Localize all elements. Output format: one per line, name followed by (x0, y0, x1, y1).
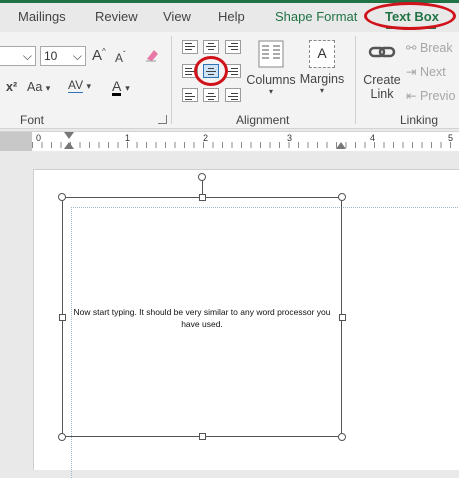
resize-handle-top-right[interactable] (338, 193, 346, 201)
columns-button[interactable]: Columns ▾ (244, 40, 298, 97)
group-divider (171, 36, 172, 124)
right-indent-marker-icon[interactable] (336, 142, 346, 149)
change-case-button[interactable]: Aa ▾ (27, 80, 50, 94)
character-spacing-button[interactable]: AV ▾ (68, 78, 91, 93)
chevron-down-icon: ⌵ (72, 49, 82, 63)
broken-link-icon: ⚯ (406, 41, 417, 55)
create-link-button[interactable]: Create Link (362, 42, 402, 101)
previous-button[interactable]: ⇤ Previo (406, 88, 459, 103)
chevron-down-icon: ▾ (125, 83, 130, 93)
shrink-font-label: A (115, 51, 124, 65)
align-bottom-center-button[interactable] (203, 88, 219, 102)
ruler-ticks (32, 142, 459, 148)
tab-mailings[interactable]: Mailings (18, 9, 66, 24)
resize-handle-left[interactable] (59, 314, 66, 321)
resize-handle-right[interactable] (339, 314, 346, 321)
change-case-label: Aa (27, 80, 43, 94)
resize-handle-top[interactable] (199, 194, 206, 201)
next-label: Next (419, 65, 446, 79)
chevron-down-icon: ▾ (268, 87, 273, 96)
resize-handle-top-left[interactable] (58, 193, 66, 201)
ruler-mark: 0 (36, 133, 42, 143)
break-label: Break (419, 41, 453, 55)
ruler-mark: 1 (125, 133, 131, 143)
ruler-mark: 2 (203, 133, 209, 143)
grow-font-button[interactable]: A^ (92, 47, 106, 64)
linking-group-label: Linking (400, 113, 439, 127)
chain-link-icon (368, 46, 396, 58)
tab-help[interactable]: Help (218, 9, 245, 24)
columns-icon (258, 40, 284, 68)
group-divider (355, 36, 356, 124)
resize-handle-bottom-right[interactable] (338, 433, 346, 441)
alignment-group-label: Alignment (236, 113, 290, 127)
font-color-label: A (112, 78, 122, 96)
font-group-label: Font (20, 113, 45, 127)
tab-shape-format[interactable]: Shape Format (275, 9, 357, 24)
link-label: Link (370, 87, 394, 101)
character-spacing-label: AV (68, 78, 84, 93)
ruler-mark: 3 (287, 133, 293, 143)
create-label: Create (363, 73, 401, 87)
font-size-combo[interactable]: 10 ⌵ (40, 46, 86, 66)
text-box-content[interactable]: Now start typing. It should be very simi… (71, 306, 333, 330)
indent-marker-icon[interactable] (64, 132, 74, 139)
font-color-button[interactable]: A ▾ (112, 78, 130, 96)
tab-highlight-ellipse (364, 2, 456, 30)
break-link-button[interactable]: ⚯ Break (406, 40, 459, 55)
ruler-mark: 4 (370, 133, 376, 143)
eraser-icon (146, 50, 158, 62)
superscript-button[interactable]: x² (6, 80, 17, 94)
document-area: Now start typing. It should be very simi… (0, 151, 459, 478)
align-top-left-button[interactable] (182, 40, 198, 54)
align-bottom-right-button[interactable] (225, 88, 241, 102)
margins-icon: A (309, 40, 335, 68)
chevron-down-icon: ▾ (319, 86, 324, 95)
chevron-down-icon: ▾ (86, 81, 91, 91)
align-highlight-circle (194, 56, 228, 86)
chevron-down-icon: ▾ (45, 83, 51, 93)
ruler-mark: 5 (448, 133, 454, 143)
indent-marker-icon[interactable] (64, 142, 74, 149)
dialog-launcher-icon[interactable] (158, 115, 167, 124)
shrink-font-button[interactable]: Aˇ (115, 50, 126, 65)
chevron-down-icon: ⌵ (22, 49, 32, 63)
font-size-value: 10 (44, 49, 58, 63)
rotate-handle-icon[interactable] (198, 173, 206, 181)
resize-handle-bottom[interactable] (199, 433, 206, 440)
grow-font-label: A (92, 47, 103, 64)
tab-review[interactable]: Review (95, 9, 138, 24)
tab-view[interactable]: View (163, 9, 191, 24)
previous-icon: ⇤ (406, 89, 417, 103)
align-top-center-button[interactable] (203, 40, 219, 54)
font-name-combo[interactable]: ⌵ (0, 46, 36, 66)
resize-handle-bottom-left[interactable] (58, 433, 66, 441)
margins-button[interactable]: A Margins ▾ (297, 40, 347, 96)
next-icon: ⇥ (406, 65, 417, 79)
margins-label: Margins (299, 72, 345, 86)
columns-label: Columns (246, 73, 296, 87)
previous-label: Previo (419, 89, 456, 103)
align-bottom-left-button[interactable] (182, 88, 198, 102)
next-button[interactable]: ⇥ Next (406, 64, 459, 79)
ruler-margin-left (0, 132, 32, 151)
text-box[interactable]: Now start typing. It should be very simi… (62, 197, 342, 437)
clear-formatting-button[interactable] (143, 46, 161, 67)
horizontal-ruler[interactable]: 0 1 2 3 4 5 (0, 131, 459, 152)
align-top-right-button[interactable] (225, 40, 241, 54)
